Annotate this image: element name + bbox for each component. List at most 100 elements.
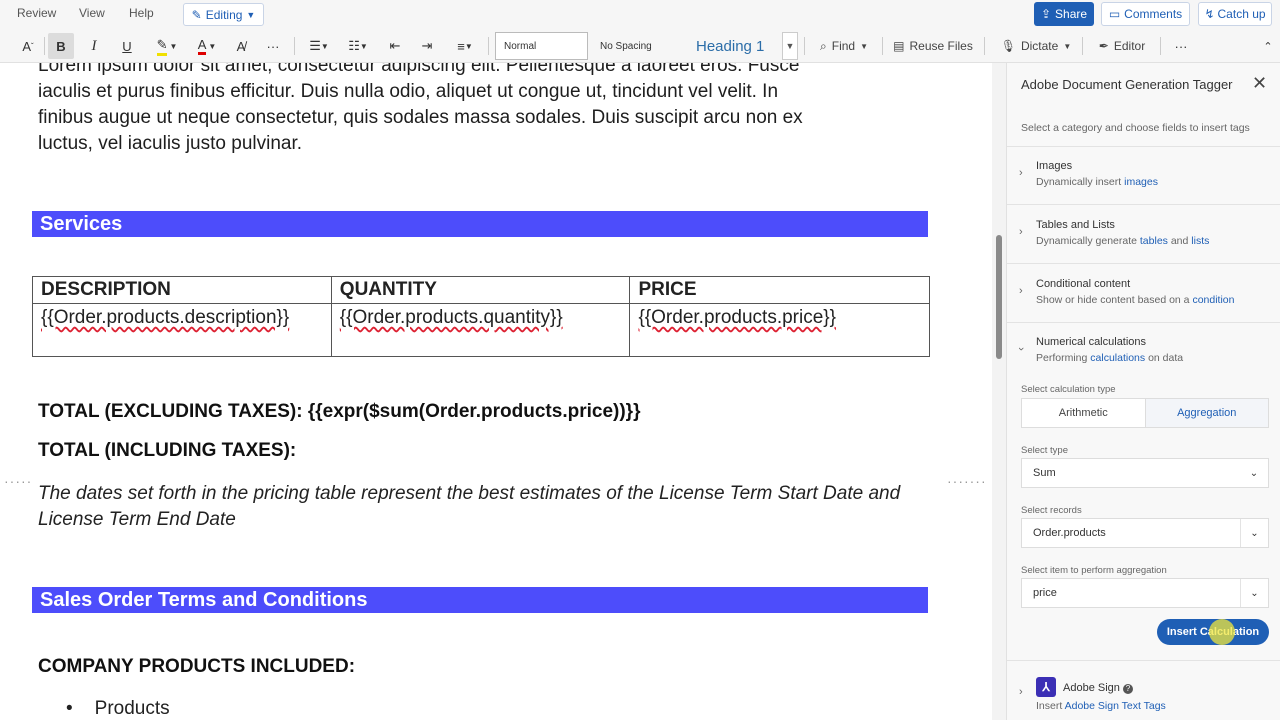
comments-button[interactable]: ▭ Comments [1101,2,1190,26]
scroll-thumb[interactable] [996,235,1002,359]
intro-paragraph: Lorem ipsum dolor sit amet, consectetur … [38,63,918,157]
help-icon: ? [1122,684,1133,694]
total-excluding-taxes: TOTAL (EXCLUDING TAXES): {{expr($sum(Ord… [38,401,641,422]
chevron-right-icon: › [1019,226,1023,238]
services-table: DESCRIPTION QUANTITY PRICE {{Order.produ… [32,276,930,357]
chevron-down-icon: ▼ [246,9,256,20]
chevron-right-icon: › [1019,167,1023,179]
select-type-dropdown[interactable]: Sum ⌄ [1021,458,1269,488]
terms-heading: Sales Order Terms and Conditions [32,587,928,613]
more-format-button[interactable]: ··· [260,33,286,59]
table-cell[interactable]: {{Order.products.description}} [32,303,332,357]
find-button[interactable]: ⌕ Find ▼ [812,33,876,59]
company-products-heading: COMPANY PRODUCTS INCLUDED: [38,656,356,677]
table-header: PRICE [629,276,930,304]
decrease-indent-icon[interactable]: ⇤ [382,33,408,59]
reuse-files-button[interactable]: ▤ Reuse Files [890,33,976,59]
intro-line: finibus augue ut neque consectetur, quis… [38,107,803,128]
agg-item-label: Select item to perform aggregation [1021,565,1167,576]
document-canvas[interactable]: Lorem ipsum dolor sit amet, consectetur … [0,63,992,720]
editor-button[interactable]: ✒ Editor [1090,33,1154,59]
catch-up-icon: ↯ [1204,7,1215,21]
style-heading-1[interactable]: Heading 1 [688,32,782,60]
document-scrollbar[interactable] [992,63,1006,720]
ribbon-toolbar: Aˇ B I U ✎ ▼ A ▼ A̸ ··· ☰ ▼ ☷ ▼ ⇤ ⇥ ≡ ▼ Norma… [0,29,1280,63]
share-button[interactable]: ⇪ Share [1034,2,1094,26]
calc-type-label: Select calculation type [1021,384,1116,395]
select-type-label: Select type [1021,445,1068,456]
divider [44,37,45,55]
chevron-down-icon: ⌄ [1249,467,1259,479]
microphone-icon: 🎙 [1000,39,1016,53]
table-header: DESCRIPTION [32,276,332,304]
catch-up-button[interactable]: ↯ Catch up [1198,2,1272,26]
tagger-panel: Adobe Document Generation Tagger ✕ Selec… [1006,63,1280,720]
chevron-down-icon: › [1014,347,1027,351]
styles-dropdown-icon[interactable]: ▼ [782,32,798,60]
select-records-label: Select records [1021,505,1082,516]
divider [488,37,489,55]
menu-bar: Review View Help ✎ Editing ▼ ⇪ Share ▭ C… [0,0,1280,29]
calc-type-aggregation[interactable]: Aggregation [1145,399,1268,427]
menu-review[interactable]: Review [17,6,56,20]
increase-indent-icon[interactable]: ⇥ [414,33,440,59]
chevron-right-icon: › [1019,686,1023,698]
divider [882,37,883,55]
bullet-icon: • [66,698,73,719]
select-records-dropdown[interactable]: Order.products ⌄ [1021,518,1269,548]
align-icon[interactable]: ≡ ▼ [447,33,483,59]
share-icon: ⇪ [1040,7,1052,21]
editing-mode-button[interactable]: ✎ Editing ▼ [183,3,264,26]
services-heading: Services [32,211,928,237]
category-images[interactable]: › Images Dynamically insert images [1007,146,1280,204]
pencil-icon: ✎ [191,7,202,22]
divider [804,37,805,55]
comment-icon: ▭ [1108,7,1121,21]
dictate-button[interactable]: 🎙 Dictate ▼ [994,33,1078,59]
clear-format-icon[interactable]: A̸ [229,33,253,59]
more-options-button[interactable]: ··· [1168,33,1194,59]
chevron-down-icon: ▼ [860,41,868,51]
category-conditional-content[interactable]: › Conditional content Show or hide conte… [1007,263,1280,322]
style-no-spacing[interactable]: No Spacing [592,32,682,60]
numbering-icon[interactable]: ☷ ▼ [342,33,374,59]
table-cell[interactable]: {{Order.products.quantity}} [330,303,631,357]
bold-button[interactable]: B [48,33,74,59]
resize-handle-left[interactable]: ····· [4,473,32,489]
agg-item-dropdown[interactable]: price ⌄ [1021,578,1269,608]
chevron-down-icon: ⌄ [1240,579,1268,607]
menu-help[interactable]: Help [129,6,154,20]
divider [1160,37,1161,55]
table-cell[interactable]: {{Order.products.price}} [629,303,930,357]
calc-type-toggle: Arithmetic Aggregation [1021,398,1269,428]
category-tables-lists[interactable]: › Tables and Lists Dynamically generate … [1007,204,1280,263]
category-adobe-sign[interactable]: › ⅄ Adobe Sign ? Insert Adobe Sign Text … [1007,660,1280,720]
intro-line: Lorem ipsum dolor sit amet, consectetur … [38,63,800,76]
chevron-right-icon: › [1019,285,1023,297]
panel-title: Adobe Document Generation Tagger [1021,77,1233,92]
search-icon: ⌕ [820,38,827,53]
mouse-cursor-highlight [1209,619,1235,645]
highlight-icon[interactable]: ✎ ▼ [150,33,184,59]
reuse-files-icon: ▤ [893,39,905,53]
font-color-icon[interactable]: A ▼ [190,33,224,59]
chevron-down-icon: ⌄ [1240,519,1268,547]
collapse-ribbon-icon[interactable]: ⌃ [1258,33,1278,59]
table-header-row: DESCRIPTION QUANTITY PRICE [32,276,930,304]
close-icon[interactable]: ✕ [1252,73,1267,94]
chevron-down-icon: ▼ [1063,41,1072,51]
category-numerical-calculations[interactable]: › Numerical calculations Performing calc… [1007,322,1280,372]
menu-view[interactable]: View [79,6,105,20]
underline-button[interactable]: U [115,33,139,59]
resize-handle-right[interactable]: ······· [947,473,987,489]
calc-type-arithmetic[interactable]: Arithmetic [1022,399,1146,427]
decrease-font-icon[interactable]: Aˇ [14,33,42,59]
divider [1082,37,1083,55]
italic-button[interactable]: I [82,33,106,59]
style-normal[interactable]: Normal [495,32,588,60]
bullets-icon[interactable]: ☰ ▼ [303,33,335,59]
total-including-taxes: TOTAL (INCLUDING TAXES): [38,440,297,461]
intro-line: luctus, vel iaculis justo pulvinar. [38,133,303,154]
table-row: {{Order.products.description}} {{Order.p… [32,303,930,357]
dates-note: The dates set forth in the pricing table… [38,483,901,530]
